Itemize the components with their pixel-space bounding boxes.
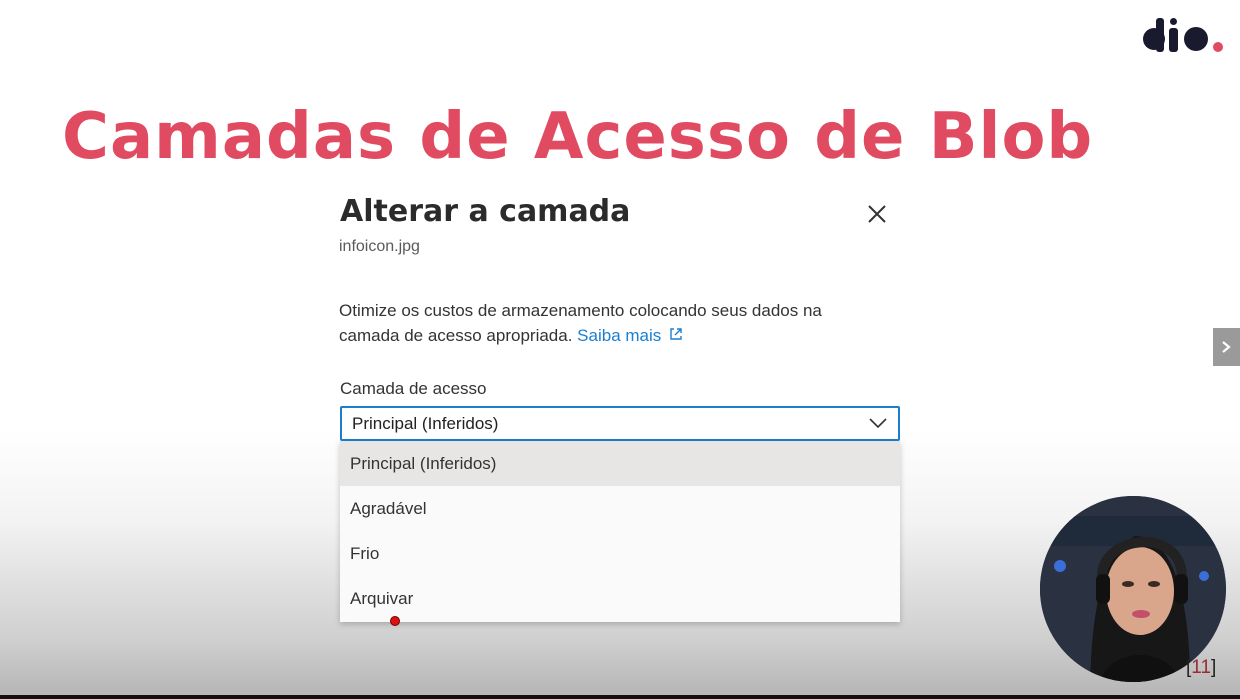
dio-logo: [1142, 18, 1224, 54]
option-label: Arquivar: [350, 589, 414, 608]
presenter-webcam-avatar: [1040, 496, 1226, 682]
select-value: Principal (Inferidos): [352, 414, 499, 433]
option-label: Principal (Inferidos): [350, 454, 497, 473]
page-bracket-close: ]: [1211, 657, 1217, 678]
slide-title: Camadas de Acesso de Blob: [62, 100, 1094, 174]
bottom-bar: [0, 695, 1240, 699]
page-number: [11]: [1186, 657, 1216, 679]
access-tier-select[interactable]: Principal (Inferidos): [340, 406, 900, 441]
next-slide-button[interactable]: [1213, 328, 1240, 366]
description: Otimize os custos de armazenamento coloc…: [339, 298, 879, 349]
option-frio[interactable]: Frio: [340, 531, 900, 576]
option-label: Frio: [350, 544, 380, 563]
option-principal[interactable]: Principal (Inferidos): [340, 441, 900, 486]
access-tier-dropdown: Principal (Inferidos) Agradável Frio Arq…: [340, 441, 900, 622]
access-tier-label: Camada de acesso: [340, 379, 487, 398]
chevron-down-icon: [868, 416, 888, 435]
option-arquivar[interactable]: Arquivar: [340, 576, 900, 621]
external-link-icon: [668, 324, 684, 349]
learn-more-link[interactable]: Saiba mais: [577, 326, 684, 345]
chevron-right-icon: [1222, 341, 1231, 353]
close-icon[interactable]: [862, 199, 892, 229]
file-name: infoicon.jpg: [339, 238, 420, 255]
mouse-cursor-indicator: [390, 616, 400, 626]
page-number-value: 11: [1191, 657, 1212, 678]
option-label: Agradável: [350, 499, 427, 518]
dialog-title: Alterar a camada: [340, 194, 631, 229]
option-agradavel[interactable]: Agradável: [340, 486, 900, 531]
learn-more-label: Saiba mais: [577, 326, 662, 345]
